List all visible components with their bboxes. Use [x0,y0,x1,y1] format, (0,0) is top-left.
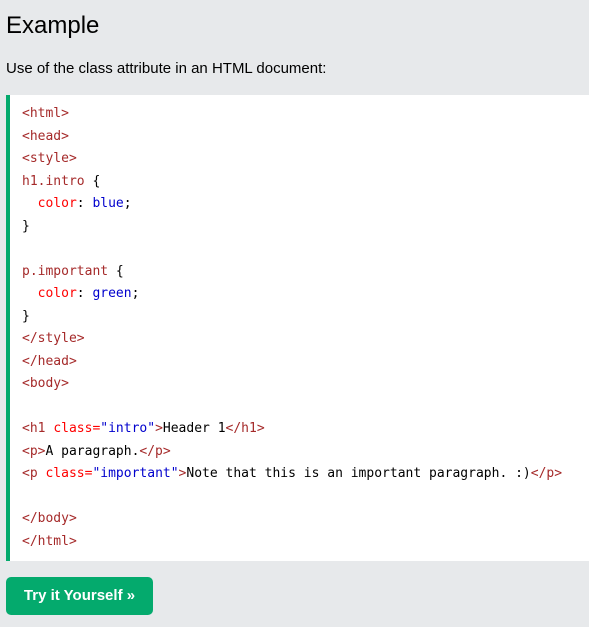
code-line: p.important { [22,261,562,284]
code-line: <head> [22,126,562,149]
code-block: <html> <head> <style> h1.intro { color: blu… [22,103,562,553]
code-token: green [92,286,132,301]
code-line: h1.intro { [22,171,562,194]
code-token: class= [45,466,93,481]
code-line: </head> [22,351,562,374]
code-line [22,238,562,261]
code-token: class= [53,421,101,436]
code-line: <body> [22,373,562,396]
code-token: > [155,421,163,436]
code-line: </style> [22,328,562,351]
code-line: </html> [22,531,562,554]
code-line [22,396,562,419]
code-line: </body> [22,508,562,531]
code-token: <html> [22,106,69,121]
code-line: <p class="important">Note that this is a… [22,463,562,486]
code-token: : [76,196,93,211]
code-token: p.important [22,263,109,279]
code-token: Note that this is an important paragraph… [186,466,531,481]
code-line: } [22,306,562,329]
code-token: <h1 [22,421,54,436]
code-token: <p> [22,443,46,459]
code-token: </h1> [225,421,265,436]
code-line: <style> [22,148,562,171]
code-token: </html> [22,533,77,549]
code-token: <p [22,466,46,481]
code-token: ; [123,196,132,211]
code-line: <p>A paragraph.</p> [22,441,562,464]
code-token: </head> [22,353,77,369]
code-line: <html> [22,103,562,126]
code-line: } [22,216,562,239]
code-token: <head> [22,128,69,144]
code-token: h1.intro [22,173,85,189]
code-token: } [22,218,30,234]
code-token: { [84,173,101,189]
code-line: color: blue; [22,193,562,216]
code-token: Header 1 [162,421,226,436]
try-it-yourself-button[interactable]: Try it Yourself » [6,577,153,615]
code-token: "intro" [100,421,156,436]
code-token: } [22,308,30,324]
code-token: : [76,286,93,301]
code-token: </style> [22,331,85,346]
code-token: ; [131,286,140,301]
code-token: color [37,196,77,211]
code-example-box: <html> <head> <style> h1.intro { color: blu… [6,95,589,561]
code-token: <body> [22,376,69,391]
code-line: color: green; [22,283,562,306]
example-description: Use of the class attribute in an HTML do… [6,60,327,77]
code-token: A paragraph. [45,443,140,459]
example-heading: Example [6,12,100,39]
code-token: blue [92,196,124,211]
code-token: "important" [92,466,179,481]
code-line [22,486,562,509]
code-line: <h1 class="intro">Header 1</h1> [22,418,562,441]
code-token: </p> [139,443,171,459]
code-token: <style> [22,151,77,166]
code-token: </body> [22,511,77,526]
code-token: </p> [530,466,563,481]
code-token: color [37,286,77,301]
code-token: { [108,263,124,279]
